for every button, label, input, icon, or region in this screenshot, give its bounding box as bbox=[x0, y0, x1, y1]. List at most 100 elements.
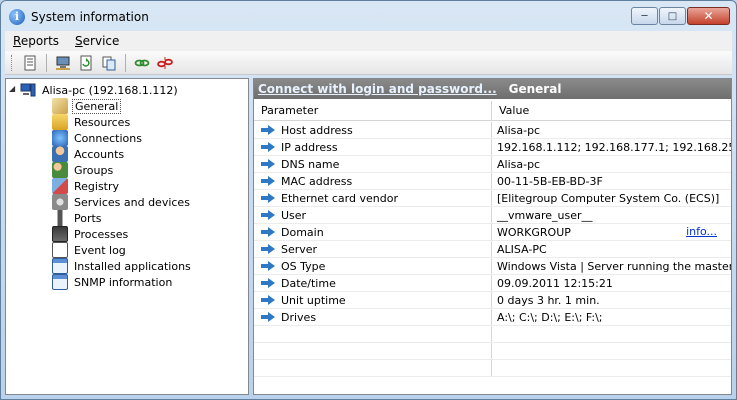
parameter-cell: IP address bbox=[254, 139, 492, 155]
registry-icon bbox=[52, 178, 68, 194]
parameter-value: [Elitegroup Computer System Co. (ECS)] bbox=[497, 191, 720, 205]
parameter-name: Domain bbox=[281, 225, 324, 239]
table-row[interactable]: OS Type Windows Vista | Server running th… bbox=[254, 258, 731, 275]
table-row[interactable]: Unit uptime 0 days 3 hr. 1 min. bbox=[254, 292, 731, 309]
maximize-button[interactable]: □ bbox=[659, 7, 686, 25]
tree-item-installed-apps[interactable]: Installed applications bbox=[52, 258, 193, 274]
event-log-icon bbox=[52, 242, 68, 258]
connect-button[interactable] bbox=[132, 53, 152, 73]
arrow-right-icon bbox=[261, 159, 275, 169]
computer-icon bbox=[20, 83, 36, 97]
parameter-name: IP address bbox=[281, 140, 338, 154]
parameter-value: Windows Vista | Server running the maste… bbox=[497, 259, 731, 273]
tree-root-label: Alisa-pc (192.168.1.112) bbox=[42, 83, 178, 97]
arrow-right-icon bbox=[261, 244, 275, 254]
parameter-value: 192.168.1.112; 192.168.177.1; 192.168.25… bbox=[497, 140, 731, 154]
toolbar-grip[interactable] bbox=[11, 54, 14, 71]
table-row[interactable]: DNS name Alisa-pc bbox=[254, 156, 731, 173]
value-cell: __vmware_user__ bbox=[492, 207, 731, 223]
parameter-cell bbox=[254, 343, 492, 359]
network-computer-button[interactable] bbox=[53, 53, 73, 73]
table-row[interactable]: Host address Alisa-pc bbox=[254, 122, 731, 139]
refresh-button[interactable] bbox=[76, 53, 96, 73]
value-cell: Windows Vista | Server running the maste… bbox=[492, 258, 731, 274]
info-link[interactable]: info... bbox=[686, 225, 717, 238]
menu-reports[interactable]: Reports bbox=[5, 34, 67, 48]
parameter-value: 0 days 3 hr. 1 min. bbox=[497, 293, 600, 307]
table-row[interactable]: IP address 192.168.1.112; 192.168.177.1; … bbox=[254, 139, 731, 156]
toolbar-separator bbox=[46, 53, 47, 72]
report-icon bbox=[24, 55, 36, 70]
installed-apps-icon bbox=[52, 258, 68, 274]
tree-item-general[interactable]: General bbox=[52, 98, 122, 114]
tree-item-services[interactable]: Services and devices bbox=[52, 194, 192, 210]
column-header-value[interactable]: Value bbox=[492, 101, 529, 120]
navigation-tree[interactable]: ◢ Alisa-pc (192.168.1.112) General Resou… bbox=[5, 78, 249, 395]
ports-icon bbox=[52, 210, 68, 226]
parameter-name: Drives bbox=[281, 310, 317, 324]
section-title: General bbox=[508, 82, 562, 96]
tree-item-label: Connections bbox=[74, 131, 142, 145]
details-header: Connect with login and password... Gener… bbox=[254, 79, 731, 99]
tree-item-resources[interactable]: Resources bbox=[52, 114, 132, 130]
tree-item-label: Services and devices bbox=[74, 195, 190, 209]
arrow-right-icon bbox=[261, 193, 275, 203]
empty-row bbox=[254, 343, 731, 360]
table-row[interactable]: User __vmware_user__ bbox=[254, 207, 731, 224]
title-bar[interactable]: i System information ─ □ ✕ bbox=[1, 1, 736, 31]
parameter-cell: MAC address bbox=[254, 173, 492, 189]
table-row[interactable]: Server ALISA-PC bbox=[254, 241, 731, 258]
tree-item-connections[interactable]: Connections bbox=[52, 130, 144, 146]
copy-button[interactable] bbox=[99, 53, 119, 73]
arrow-right-icon bbox=[261, 227, 275, 237]
parameter-cell: Date/time bbox=[254, 275, 492, 291]
tree-item-label: Ports bbox=[74, 211, 102, 225]
parameter-cell: Ethernet card vendor bbox=[254, 190, 492, 206]
table-row[interactable]: Domain WORKGROUP info... bbox=[254, 224, 731, 241]
tree-item-ports[interactable]: Ports bbox=[52, 210, 104, 226]
maximize-icon: □ bbox=[667, 10, 678, 22]
value-cell: 09.09.2011 12:15:21 bbox=[492, 275, 731, 291]
value-cell: Alisa-pc bbox=[492, 156, 731, 172]
tree-item-accounts[interactable]: Accounts bbox=[52, 146, 126, 162]
table-row[interactable]: Ethernet card vendor [Elitegroup Computer… bbox=[254, 190, 731, 207]
collapse-icon[interactable]: ◢ bbox=[9, 84, 18, 93]
processes-icon bbox=[52, 226, 68, 242]
table-row[interactable]: Drives A:\; C:\; D:\; E:\; F:\; bbox=[254, 309, 731, 326]
arrow-right-icon bbox=[261, 261, 275, 271]
column-header-parameter[interactable]: Parameter bbox=[254, 101, 492, 120]
report-button[interactable] bbox=[20, 53, 40, 73]
tree-item-label: General bbox=[72, 98, 122, 114]
value-cell bbox=[492, 343, 731, 359]
connect-login-link[interactable]: Connect with login and password... bbox=[258, 82, 497, 96]
tree-item-label: Resources bbox=[74, 115, 131, 129]
parameter-value: ALISA-PC bbox=[497, 242, 547, 256]
parameter-value: Alisa-pc bbox=[497, 157, 541, 171]
tree-item-event-log[interactable]: Event log bbox=[52, 242, 128, 258]
disconnect-button[interactable] bbox=[155, 53, 175, 73]
services-icon bbox=[52, 194, 68, 210]
tree-item-snmp[interactable]: SNMP information bbox=[52, 274, 174, 290]
tree-item-processes[interactable]: Processes bbox=[52, 226, 130, 242]
copy-icon bbox=[102, 56, 116, 70]
parameter-value: 00-11-5B-EB-BD-3F bbox=[497, 174, 603, 188]
parameter-name: OS Type bbox=[281, 259, 326, 273]
table-header: Parameter Value bbox=[254, 101, 731, 121]
tree-item-registry[interactable]: Registry bbox=[52, 178, 121, 194]
minimize-icon: ─ bbox=[641, 10, 648, 22]
arrow-right-icon bbox=[261, 125, 275, 135]
arrow-right-icon bbox=[261, 312, 275, 322]
table-row[interactable]: MAC address 00-11-5B-EB-BD-3F bbox=[254, 173, 731, 190]
parameter-name: Ethernet card vendor bbox=[281, 191, 398, 205]
tree-item-label: Installed applications bbox=[74, 259, 191, 273]
tree-root-computer[interactable]: Alisa-pc (192.168.1.112) bbox=[20, 82, 180, 98]
table-row[interactable]: Date/time 09.09.2011 12:15:21 bbox=[254, 275, 731, 292]
minimize-button[interactable]: ─ bbox=[631, 7, 658, 25]
value-cell: 0 days 3 hr. 1 min. bbox=[492, 292, 731, 308]
menu-service[interactable]: Service bbox=[67, 34, 127, 48]
parameter-value: 09.09.2011 12:15:21 bbox=[497, 276, 613, 290]
parameter-cell: OS Type bbox=[254, 258, 492, 274]
tree-item-groups[interactable]: Groups bbox=[52, 162, 115, 178]
parameter-cell: DNS name bbox=[254, 156, 492, 172]
close-button[interactable]: ✕ bbox=[687, 7, 730, 25]
